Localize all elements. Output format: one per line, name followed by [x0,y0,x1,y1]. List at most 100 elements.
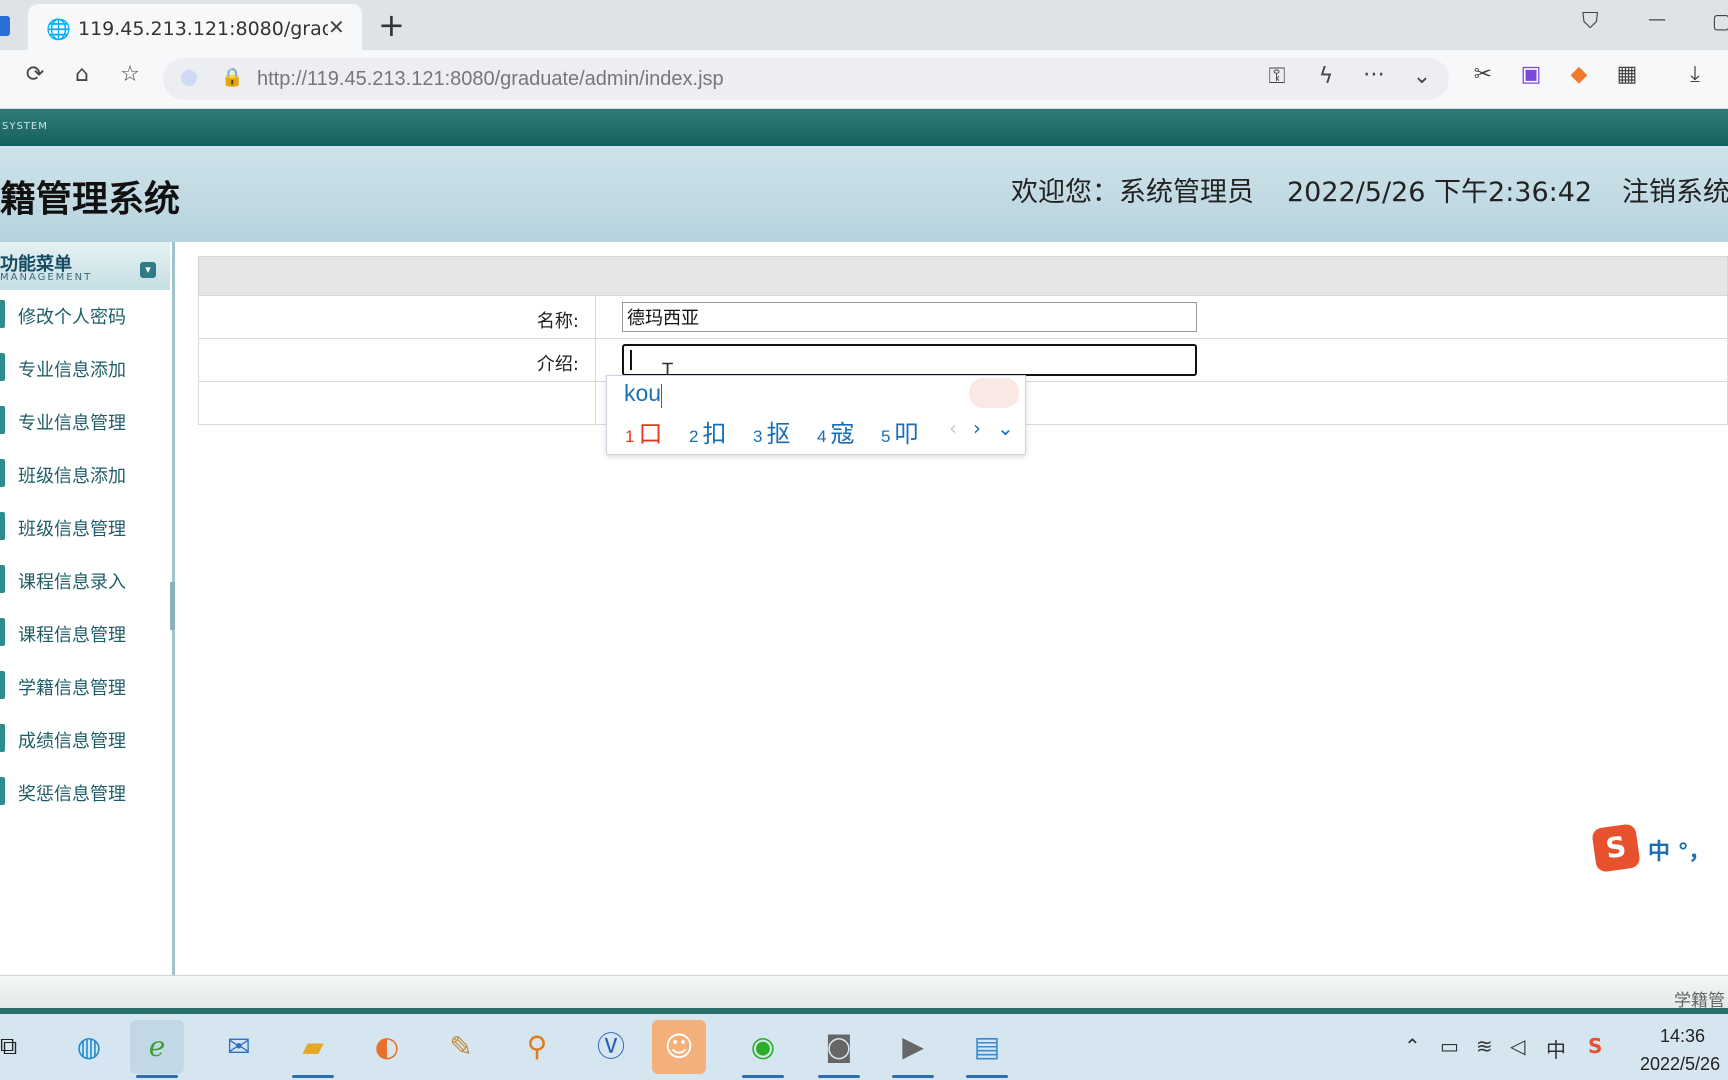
sidebar-item-add-course[interactable]: 课程信息录入 [0,559,170,599]
ime-candidate[interactable]: 4寇 [817,414,854,449]
sidebar-item-manage-course[interactable]: 课程信息管理 [0,612,170,652]
sidebar-item-manage-major[interactable]: 专业信息管理 [0,400,170,440]
menu-item-icon [0,618,5,646]
clock-time[interactable]: 14:36 [1660,1026,1705,1047]
wechat-app-icon[interactable]: ◉ [736,1020,790,1078]
new-tab-button[interactable]: + [378,6,405,44]
shield-icon [181,70,197,86]
chevron-down-icon[interactable]: ⌄ [1407,64,1437,89]
apps-grid-icon[interactable]: ▦ [1612,62,1642,87]
sidebar-item-add-class[interactable]: 班级信息添加 [0,453,170,493]
video-app-icon[interactable]: ▶ [886,1020,940,1078]
ime-candidate[interactable]: 3抠 [753,414,790,449]
sogou-watermark-icon [969,378,1019,408]
sidebar-item-label: 课程信息管理 [18,625,126,646]
key-icon[interactable]: ⚿ [1262,64,1292,89]
task-view-icon[interactable]: ⧉ [0,1032,17,1060]
candidate-number: 2 [689,427,699,446]
candidate-char: 寇 [830,420,855,448]
sidebar: 功能菜单 MANAGEMENT ▾ 修改个人密码 专业信息添加 专业信息管理 班… [0,242,175,975]
menu-item-icon [0,512,5,540]
home-icon[interactable]: ⌂ [67,62,97,87]
intro-input[interactable] [622,344,1197,376]
name-input[interactable] [622,302,1197,332]
sidebar-resize-handle[interactable] [170,582,175,630]
logout-link[interactable]: 注销系统 [1622,170,1728,209]
sidebar-item-manage-class[interactable]: 班级信息管理 [0,506,170,546]
maximize-button[interactable]: ▢ [1712,9,1728,33]
wifi-icon[interactable]: ≋ [1476,1034,1493,1058]
current-datetime: 2022/5/26 下午2:36:42 [1287,177,1593,208]
input-lang-indicator[interactable]: 中 [1546,1034,1566,1063]
menu-item-icon [0,459,5,487]
ime-expand-icon[interactable]: ⌄ [997,416,1014,440]
favorites-icon[interactable]: ☆ [115,62,145,87]
sidebar-item-label: 班级信息管理 [18,519,126,540]
paint-app-icon[interactable]: ✎ [434,1020,488,1074]
sidebar-item-manage-grades[interactable]: 成绩信息管理 [0,718,170,758]
ime-candidate[interactable]: 5叩 [881,414,918,449]
ime-status-bar[interactable]: S 中 °， [1591,823,1728,873]
candidate-number: 4 [817,427,827,446]
volume-icon[interactable]: ◁ [1510,1034,1525,1058]
scissors-icon[interactable]: ✂ [1468,62,1498,87]
sogou-logo-icon[interactable]: S [1591,823,1641,873]
sidebar-item-label: 专业信息管理 [18,413,126,434]
close-tab-icon[interactable]: ✕ [328,15,345,39]
search-app-icon[interactable]: ⚲ [510,1020,564,1074]
label-cell [199,382,596,424]
sidebar-item-label: 课程信息录入 [18,572,126,593]
ime-candidate[interactable]: 2扣 [689,414,726,449]
ie-app-icon[interactable]: ℯ [130,1020,184,1078]
candidate-number: 1 [625,427,635,446]
menu-item-icon [0,300,5,328]
sidebar-item-add-major[interactable]: 专业信息添加 [0,347,170,387]
menu-subheading: MANAGEMENT [0,272,93,283]
ime-candidate[interactable]: 1口 [625,414,662,449]
browser-toolbar: ⟳ ⌂ ☆ 🔒 http://119.45.213.121:8080/gradu… [0,50,1728,109]
translate-icon[interactable]: ▣ [1516,62,1546,87]
camera-app-icon[interactable]: ◙ [812,1020,866,1078]
sidebar-item-manage-enrollment[interactable]: 学籍信息管理 [0,665,170,705]
file-explorer-icon[interactable]: ▰ [286,1020,340,1078]
sogou-tray-icon[interactable]: S [1588,1034,1602,1058]
ime-candidate-popup[interactable]: kou 1口 2扣 3抠 4寇 5叩 ‹ › ⌄ [606,375,1026,455]
app-header: 籍管理系统 欢迎您：系统管理员 2022/5/26 下午2:36:42 注销系统 [0,146,1728,242]
address-bar[interactable]: 🔒 http://119.45.213.121:8080/graduate/ad… [163,58,1449,100]
more-icon[interactable]: ⋯ [1359,62,1389,87]
ime-pinyin: kou [624,380,662,406]
browser-tab-active[interactable]: 🌐 119.45.213.121:8080/gradua ✕ [28,4,362,50]
shirt-icon[interactable]: ⛉ [1582,9,1599,34]
visio-app-icon[interactable]: Ⓥ [584,1020,638,1074]
browser-app-icon[interactable]: ◐ [360,1020,414,1074]
insecure-lock-icon[interactable]: 🔒 [221,67,243,88]
ime-prev-page-icon[interactable]: ‹ [949,416,957,440]
lightning-icon[interactable]: ϟ [1311,64,1341,89]
ime-caret [661,384,662,408]
sidebar-item-label: 专业信息添加 [18,360,126,381]
notepad-app-icon[interactable]: ▤ [960,1020,1014,1078]
tray-expand-icon[interactable]: ⌃ [1404,1034,1421,1058]
ime-mode-indicator[interactable]: 中 °， [1648,834,1711,866]
user-app-icon[interactable]: ☺ [652,1020,706,1074]
collapse-menu-icon[interactable]: ▾ [140,262,156,278]
minimize-button[interactable]: — [1648,9,1666,30]
clock-date[interactable]: 2022/5/26 [1640,1054,1720,1075]
welcome-text: 欢迎您：系统管理员 [1011,177,1254,208]
reload-icon[interactable]: ⟳ [20,62,50,87]
sidebar-item-change-password[interactable]: 修改个人密码 [0,294,170,334]
tab-title: 119.45.213.121:8080/gradua [78,18,328,40]
app-top-strip: SYSTEM [0,109,1728,146]
game-icon[interactable]: ◆ [1564,62,1594,87]
edge-app-icon[interactable]: ◍ [62,1020,116,1074]
sidebar-item-label: 奖惩信息管理 [18,784,126,805]
menu-item-icon [0,565,5,593]
mail-app-icon[interactable]: ✉ [212,1020,266,1074]
menu-item-icon [0,724,5,752]
ime-next-page-icon[interactable]: › [973,416,981,440]
sidebar-item-manage-rewards[interactable]: 奖惩信息管理 [0,771,170,811]
candidate-number: 5 [881,427,891,446]
battery-icon[interactable]: ▭ [1440,1034,1459,1058]
download-icon[interactable]: ⤓ [1680,62,1710,87]
sidebar-item-label: 班级信息添加 [18,466,126,487]
